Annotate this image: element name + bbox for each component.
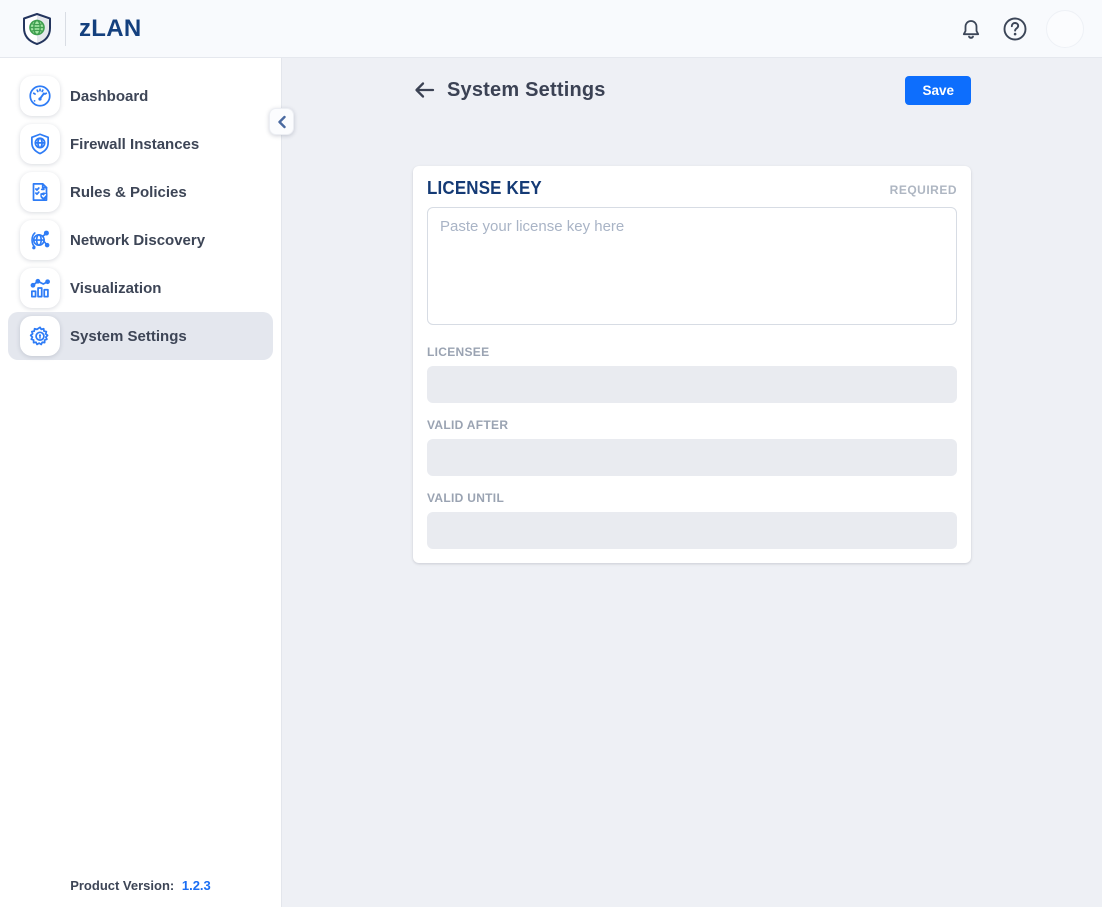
sidebar-item-label: Network Discovery xyxy=(70,232,205,249)
valid-until-field-group: VALID UNTIL xyxy=(427,491,957,549)
sidebar-item-visualization[interactable]: Visualization xyxy=(8,264,273,312)
sidebar-item-dashboard[interactable]: Dashboard xyxy=(8,72,273,120)
product-version-value[interactable]: 1.2.3 xyxy=(182,878,211,893)
network-globe-icon xyxy=(20,220,60,260)
sidebar-item-system-settings[interactable]: System Settings xyxy=(8,312,273,360)
help-icon[interactable] xyxy=(1002,16,1028,42)
sidebar-item-label: Dashboard xyxy=(70,88,148,105)
sidebar-item-label: Visualization xyxy=(70,280,161,297)
valid-until-label: VALID UNTIL xyxy=(427,491,957,505)
product-version: Product Version: 1.2.3 xyxy=(8,878,273,897)
license-key-card: LICENSE KEY REQUIRED LICENSEE VALID AFTE… xyxy=(413,166,971,563)
bell-icon[interactable] xyxy=(958,16,984,42)
license-key-title: LICENSE KEY xyxy=(427,178,542,199)
product-version-label: Product Version: xyxy=(70,878,174,893)
sidebar-item-network-discovery[interactable]: Network Discovery xyxy=(8,216,273,264)
page-header: System Settings Save xyxy=(413,72,971,108)
valid-after-field-group: VALID AFTER xyxy=(427,418,957,476)
gauge-icon xyxy=(20,76,60,116)
valid-until-input xyxy=(427,512,957,549)
sidebar-collapse-button[interactable] xyxy=(269,108,294,135)
licensee-input xyxy=(427,366,957,403)
license-key-textarea[interactable] xyxy=(427,207,957,325)
brand-name: zLAN xyxy=(79,15,142,43)
sidebar-item-firewall-instances[interactable]: Firewall Instances xyxy=(8,120,273,168)
sidebar-item-label: System Settings xyxy=(70,328,187,345)
main-content: System Settings Save LICENSE KEY REQUIRE… xyxy=(282,58,1102,907)
valid-after-input xyxy=(427,439,957,476)
arrow-left-icon xyxy=(413,80,435,100)
app-header: zLAN xyxy=(0,0,1102,58)
sidebar-item-label: Firewall Instances xyxy=(70,136,199,153)
rules-document-icon xyxy=(20,172,60,212)
valid-after-label: VALID AFTER xyxy=(427,418,957,432)
save-button[interactable]: Save xyxy=(905,76,971,105)
page-title: System Settings xyxy=(447,79,606,102)
brand-divider xyxy=(65,12,66,46)
gear-icon xyxy=(20,316,60,356)
licensee-field-group: LICENSEE xyxy=(427,345,957,403)
user-avatar[interactable] xyxy=(1046,10,1084,48)
licensee-label: LICENSEE xyxy=(427,345,957,359)
sidebar-item-rules-policies[interactable]: Rules & Policies xyxy=(8,168,273,216)
chevron-left-icon xyxy=(276,115,288,129)
firewall-shield-icon xyxy=(20,124,60,164)
chart-icon xyxy=(20,268,60,308)
back-button[interactable] xyxy=(413,79,435,101)
sidebar-item-label: Rules & Policies xyxy=(70,184,187,201)
sidebar: Dashboard Firewall Instances xyxy=(0,58,282,907)
required-badge: REQUIRED xyxy=(890,183,957,197)
shield-globe-icon xyxy=(18,10,56,48)
